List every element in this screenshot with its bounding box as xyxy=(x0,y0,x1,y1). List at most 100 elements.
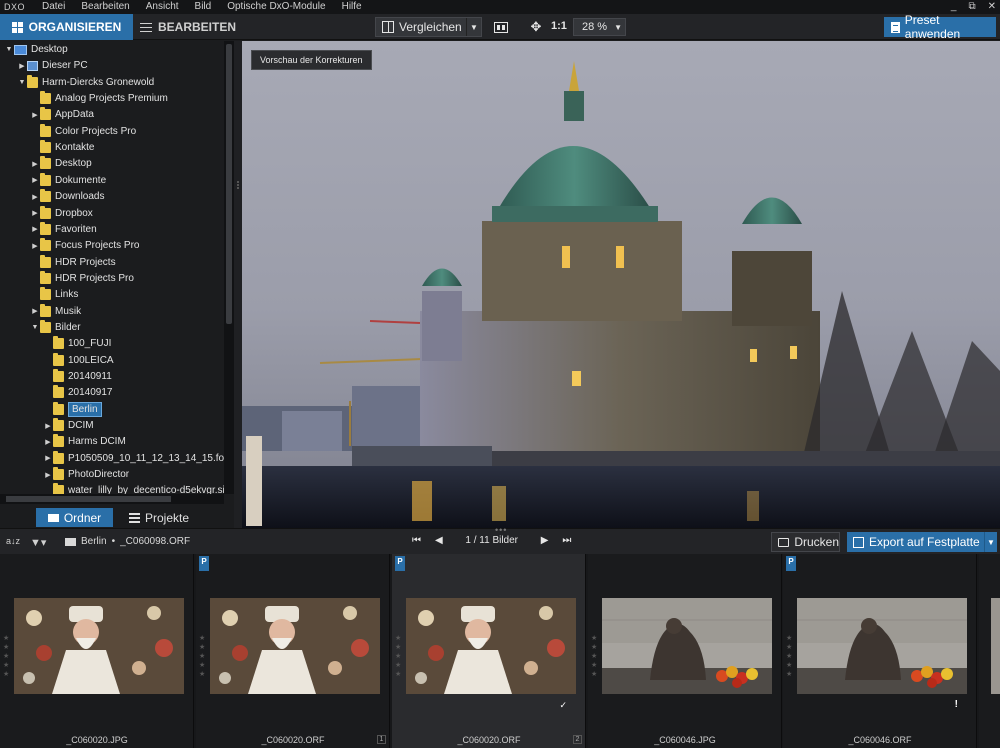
rating-stars[interactable]: ★ ★ ★ ★ ★ xyxy=(395,634,401,679)
panel-splitter[interactable] xyxy=(234,41,242,528)
thumbnail-image[interactable] xyxy=(991,598,1000,694)
export-button[interactable]: Export auf Festplatte ▼ xyxy=(847,532,997,552)
filmstrip-item[interactable]: P ★ ★ ★ ★ ★! _C060046.ORF xyxy=(783,554,977,748)
tree-item[interactable]: ▶ Favoriten xyxy=(30,221,97,237)
tree-item[interactable]: HDR Projects Pro xyxy=(30,270,134,286)
thumbnail-image[interactable] xyxy=(210,598,380,694)
caret-right-icon[interactable]: ▶ xyxy=(30,176,40,184)
tab-folders[interactable]: Ordner xyxy=(36,508,113,527)
tab-organise[interactable]: ORGANISIEREN xyxy=(0,14,133,40)
move-icon[interactable]: ✥ xyxy=(529,20,543,34)
compare-dropdown-icon[interactable]: ▼ xyxy=(466,18,481,36)
first-image-icon[interactable]: ⏮ xyxy=(412,535,421,546)
tree-item[interactable]: ▶ P1050509_10_11_12_13_14_15.focusda xyxy=(43,450,224,466)
filmstrip-item[interactable]: ★ ★ ★ ★ ★ _C060020.JPG xyxy=(0,554,194,748)
thumbnail-image[interactable] xyxy=(14,598,184,694)
caret-down-icon[interactable]: ▼ xyxy=(4,46,14,53)
tree-item[interactable]: ▶ Dropbox xyxy=(30,205,93,221)
rating-stars[interactable]: ★ ★ ★ ★ ★ xyxy=(199,634,205,679)
menu-hilfe[interactable]: Hilfe xyxy=(334,0,370,14)
filmstrip-item[interactable]: P ★ ★ ★ ★ ★ ✓ _C060020.ORF 2 xyxy=(392,554,586,748)
rating-stars[interactable]: ★ ★ ★ ★ ★ xyxy=(786,634,792,679)
tree-item[interactable]: ▶ Harms DCIM xyxy=(43,434,126,449)
split-view-button[interactable] xyxy=(492,19,510,35)
tree-item[interactable]: ▶ Musik xyxy=(30,303,81,319)
caret-right-icon[interactable]: ▶ xyxy=(43,422,53,430)
tree-item[interactable]: Analog Projects Premium xyxy=(30,91,168,106)
tree-item[interactable]: Berlin xyxy=(43,401,102,417)
breadcrumb-folder[interactable]: Berlin xyxy=(81,536,107,547)
tree-item[interactable]: ▼ Bilder xyxy=(30,319,81,335)
export-dropdown-icon[interactable]: ▼ xyxy=(984,532,997,552)
minimize-icon[interactable]: _ xyxy=(951,0,957,14)
close-icon[interactable]: ✕ xyxy=(988,0,996,14)
thumbnail-image[interactable] xyxy=(602,598,772,694)
tree-item[interactable]: Color Projects Pro xyxy=(30,123,136,139)
tree-item[interactable]: ▶ Focus Projects Pro xyxy=(30,238,139,253)
zoom-one-to-one-button[interactable]: 1:1 xyxy=(551,20,567,32)
caret-right-icon[interactable]: ▶ xyxy=(43,471,53,479)
tree-item[interactable]: ▶ Desktop xyxy=(30,156,92,171)
tree-item[interactable]: 20140911 xyxy=(43,369,112,384)
caret-down-icon[interactable]: ▼ xyxy=(30,324,40,331)
tree-item[interactable]: water_lilly_by_decentico-d5ekvgr.silv xyxy=(43,483,224,494)
tree-item[interactable]: Links xyxy=(30,287,78,302)
last-image-icon[interactable]: ⏭ xyxy=(562,535,571,546)
next-image-icon[interactable]: ▶ xyxy=(541,535,549,546)
restore-icon[interactable]: ⧉ xyxy=(968,0,975,14)
rating-stars[interactable]: ★ ★ ★ ★ ★ xyxy=(591,634,597,679)
tree-item[interactable]: ▶ DCIM xyxy=(43,418,94,433)
scrollbar-thumb[interactable] xyxy=(226,44,232,324)
tree-item[interactable]: ▶ AppData xyxy=(30,107,94,122)
caret-right-icon[interactable]: ▶ xyxy=(30,193,40,201)
tree-item[interactable]: 20140917 xyxy=(43,385,113,400)
caret-down-icon[interactable]: ▼ xyxy=(17,79,27,86)
tree-item[interactable]: ▶ Dokumente xyxy=(30,172,106,188)
tree-item[interactable]: Kontakte xyxy=(30,140,94,155)
previous-image-icon[interactable]: ◀ xyxy=(435,535,443,546)
thumbnail-image[interactable] xyxy=(406,598,576,694)
caret-right-icon[interactable]: ▶ xyxy=(17,62,27,70)
caret-right-icon[interactable]: ▶ xyxy=(30,160,40,168)
thumbnail-image[interactable] xyxy=(797,598,967,694)
rating-stars[interactable]: ★ ★ ★ ★ ★ xyxy=(3,634,9,679)
filmstrip-item[interactable]: P ★ ★ ★ ★ ★ _C060020.ORF 1 xyxy=(196,554,390,748)
caret-right-icon[interactable]: ▶ xyxy=(43,438,53,446)
thumbnail-filename: _C060046.ORF xyxy=(848,735,912,745)
menu-ansicht[interactable]: Ansicht xyxy=(138,0,187,14)
apply-preset-button[interactable]: Preset anwenden xyxy=(884,13,996,41)
caret-right-icon[interactable]: ▶ xyxy=(30,242,40,250)
tree-item[interactable]: HDR Projects xyxy=(30,254,116,270)
caret-right-icon[interactable]: ▶ xyxy=(30,225,40,233)
scrollbar-thumb[interactable] xyxy=(6,496,171,502)
tree-item[interactable]: ▶ PhotoDirector xyxy=(43,467,129,482)
tree-item[interactable]: 100_FUJI xyxy=(43,336,111,351)
compare-button[interactable]: Vergleichen ▼ xyxy=(375,17,482,37)
zoom-select[interactable]: 28 % ▼ xyxy=(573,18,626,36)
tree-item[interactable]: 100LEICA xyxy=(43,352,114,368)
tree-item[interactable]: ▼ Harm-Diercks Gronewold xyxy=(17,74,154,90)
menu-datei[interactable]: Datei xyxy=(34,0,73,14)
tab-projects[interactable]: Projekte xyxy=(124,508,194,527)
caret-right-icon[interactable]: ▶ xyxy=(30,111,40,119)
filmstrip-item[interactable]: ★ ★ ★ ★ ★ _C060046.JPG xyxy=(588,554,782,748)
tree-horizontal-scrollbar[interactable] xyxy=(0,494,224,504)
preview-corrections-badge[interactable]: Vorschau der Korrekturen xyxy=(251,50,372,70)
print-button[interactable]: Drucken xyxy=(771,532,840,552)
tree-item[interactable]: ▼ Desktop xyxy=(4,42,68,57)
filmstrip-item[interactable] xyxy=(979,554,1000,748)
tree-item[interactable]: ▶ Downloads xyxy=(30,189,104,204)
tree-item[interactable]: ▶ Dieser PC xyxy=(17,58,87,73)
resize-handle[interactable]: ••• xyxy=(495,525,507,535)
caret-right-icon[interactable]: ▶ xyxy=(30,209,40,217)
caret-right-icon[interactable]: ▶ xyxy=(30,307,40,315)
menu-optische-module[interactable]: Optische DxO-Module xyxy=(219,0,333,14)
image-viewer[interactable]: Vorschau der Korrekturen xyxy=(242,41,1000,528)
caret-right-icon[interactable]: ▶ xyxy=(43,454,53,462)
tree-vertical-scrollbar[interactable] xyxy=(224,41,234,494)
menu-bild[interactable]: Bild xyxy=(187,0,220,14)
sort-icon[interactable]: a↓z xyxy=(6,536,20,546)
menu-bearbeiten[interactable]: Bearbeiten xyxy=(73,0,137,14)
filter-icon[interactable]: ▼▾ xyxy=(30,536,46,549)
tab-edit[interactable]: BEARBEITEN xyxy=(133,14,243,40)
